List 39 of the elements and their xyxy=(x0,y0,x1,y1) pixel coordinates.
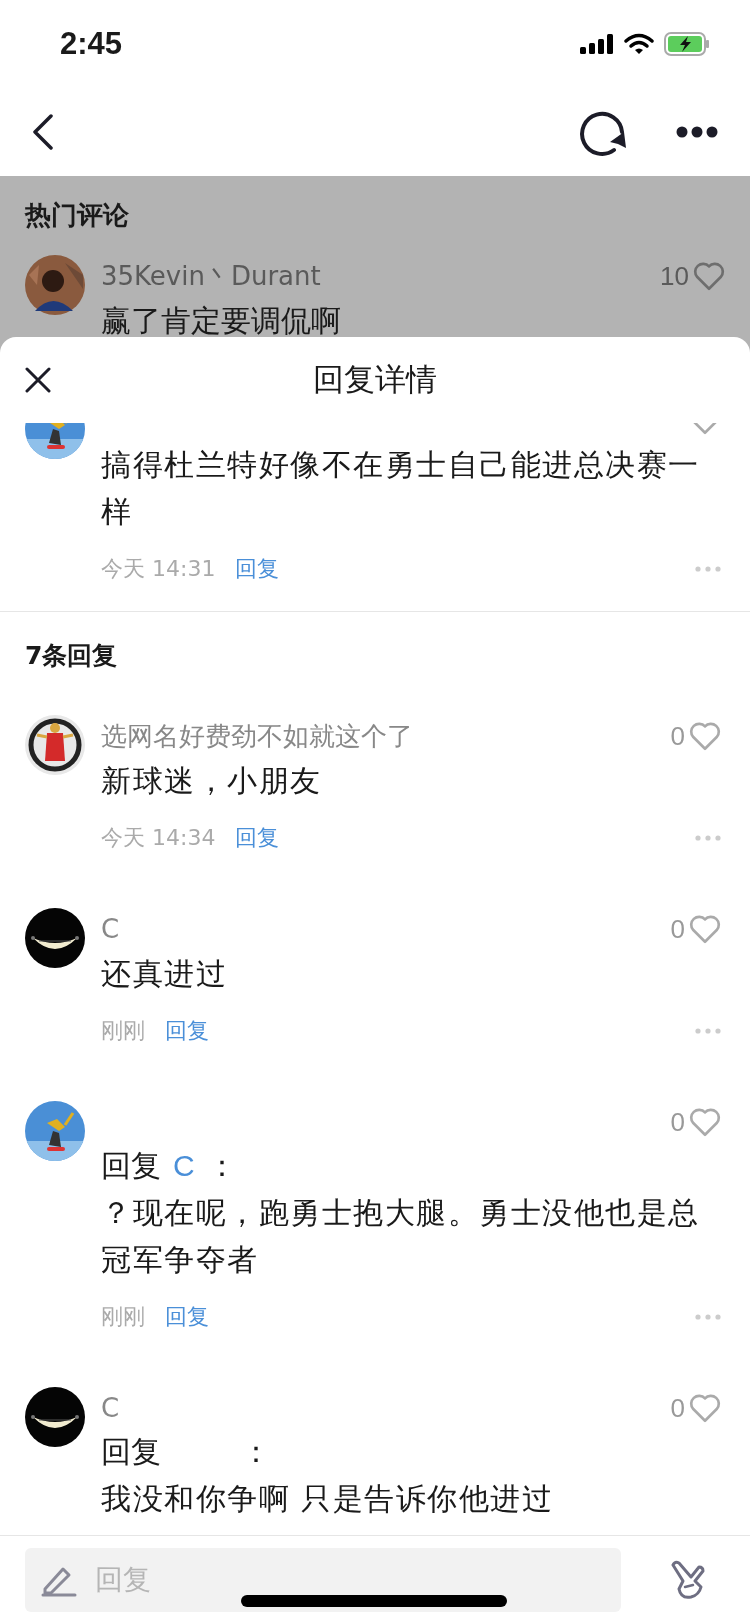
reply-text: 我没和你争啊 只是告诉你他进过 xyxy=(101,1480,555,1518)
reply-link[interactable]: 回复 xyxy=(235,554,280,584)
close-icon[interactable] xyxy=(25,367,51,393)
reply-count: 7条回复 xyxy=(24,640,119,672)
author-name[interactable]: 35Kevin丶Durant xyxy=(101,258,321,294)
timestamp: 刚刚 xyxy=(101,1017,145,1045)
signal-icon xyxy=(580,34,614,54)
user-name[interactable]: C xyxy=(101,914,120,944)
comment-text: 赢了肯定要调侃啊 xyxy=(101,302,342,340)
comment-text: 搞得杜兰特好像不在勇士自己能进总决赛一样 xyxy=(101,446,701,531)
section-title: 热门评论 xyxy=(25,199,130,232)
back-icon[interactable] xyxy=(32,114,54,150)
reply-text: ？现在呢，跑勇士抱大腿。勇士没他也是总冠军争夺者 xyxy=(101,1194,701,1279)
reply-prefix: 回复 xyxy=(101,1146,161,1185)
reply-prefix: 回复 xyxy=(101,1432,161,1471)
like-count: 0 xyxy=(670,913,685,945)
like-count: 0 xyxy=(670,720,685,752)
colon: ： xyxy=(206,1146,237,1185)
timestamp: 今天 14:31 xyxy=(101,555,216,583)
like-count: 0 xyxy=(670,1106,685,1138)
wifi-icon xyxy=(624,33,654,55)
reply-link[interactable]: 回复 xyxy=(165,1302,209,1332)
timestamp: 今天 14:34 xyxy=(101,824,216,852)
reply-link[interactable]: 回复 xyxy=(165,1016,209,1046)
user-name[interactable]: 选网名好费劲不如就这个了 xyxy=(101,718,413,754)
sheet-title: 回复详情 xyxy=(313,360,437,399)
user-name[interactable]: C xyxy=(101,1393,120,1423)
reply-input[interactable]: 回复 xyxy=(25,1548,621,1612)
mention-link[interactable]: C xyxy=(173,1149,195,1183)
more-icon[interactable] xyxy=(676,126,718,138)
timestamp: 刚刚 xyxy=(101,1303,145,1331)
status-time: 2:45 xyxy=(60,26,123,62)
reply-link[interactable]: 回复 xyxy=(235,823,280,853)
reply-text: 新球迷，小朋友 xyxy=(101,762,323,800)
colon: ： xyxy=(241,1432,271,1471)
like-count: 0 xyxy=(670,1392,685,1424)
reply-text: 还真进过 xyxy=(101,955,228,993)
like-count: 10 xyxy=(660,260,689,292)
battery-icon xyxy=(664,32,710,56)
